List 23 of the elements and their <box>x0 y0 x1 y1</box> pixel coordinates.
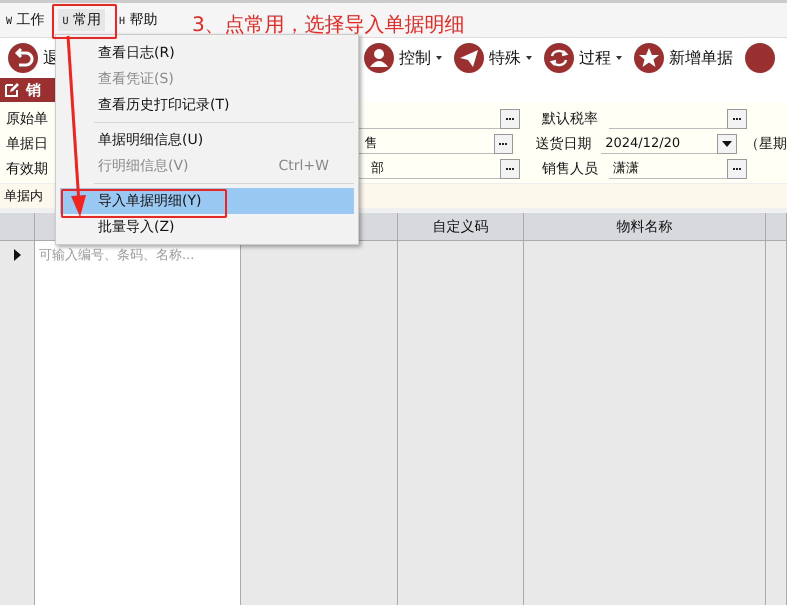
toolbar-button[interactable]: 控制 <box>364 43 442 73</box>
menu-item[interactable]: 导入单据明细(Y) <box>92 188 354 214</box>
menu-item[interactable]: 查看历史打印记录(T) <box>92 92 354 118</box>
menu-item[interactable]: 批量导入(Z) <box>92 214 354 240</box>
toolbar-button[interactable]: 特殊 <box>454 43 532 73</box>
menu-item[interactable]: W 工作 <box>2 9 48 31</box>
menu-item[interactable]: 单据明细信息(U) <box>92 127 354 153</box>
menu-item[interactable]: H 帮助 <box>114 9 162 31</box>
field-label: 送货日期 <box>535 134 592 152</box>
field-label: 原始单 <box>5 110 49 128</box>
toolbar-button[interactable]: 新增单据 <box>634 43 733 73</box>
weekday-text: （星期 <box>745 134 787 152</box>
column-header: 自定义码 <box>398 213 524 240</box>
menu-item[interactable]: 查看日志(R) <box>92 40 354 66</box>
field-label: 默认税率 <box>542 110 599 128</box>
annotation-text: 3、点常用，选择导入单据明细 <box>192 11 465 38</box>
field-label: 单据日 <box>5 134 49 152</box>
column-header: 物料名称 <box>524 213 766 240</box>
field-label: 有效期 <box>5 160 49 178</box>
menu-item[interactable]: U 常用 <box>58 9 105 31</box>
toolbar-button[interactable]: 过程 <box>544 43 622 73</box>
field-label: 销售人员 <box>542 160 599 178</box>
section-title: 单据内 <box>4 188 43 205</box>
